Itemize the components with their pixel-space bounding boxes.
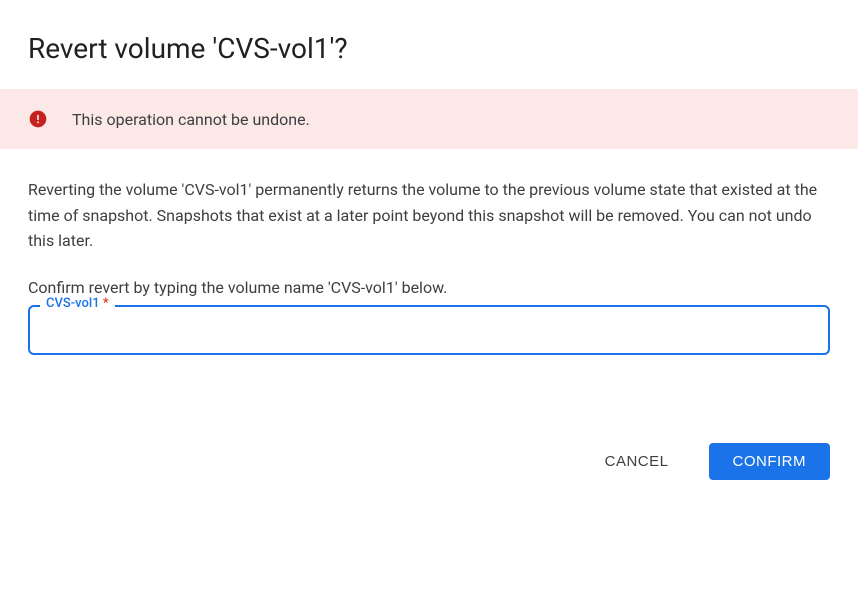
confirm-prompt: Confirm revert by typing the volume name… <box>28 278 830 297</box>
input-label: CVS-vol1 * <box>40 296 115 311</box>
required-indicator: * <box>103 296 109 311</box>
warning-text: This operation cannot be undone. <box>72 110 310 129</box>
dialog-description: Reverting the volume 'CVS-vol1' permanen… <box>28 177 830 254</box>
dialog-body: Reverting the volume 'CVS-vol1' permanen… <box>0 149 858 383</box>
revert-volume-dialog: Revert volume 'CVS-vol1'? This operation… <box>0 0 858 508</box>
warning-banner: This operation cannot be undone. <box>0 89 858 149</box>
volume-name-field: CVS-vol1 * <box>28 305 830 355</box>
dialog-title: Revert volume 'CVS-vol1'? <box>0 0 858 89</box>
error-icon <box>28 109 48 129</box>
cancel-button[interactable]: Cancel <box>581 443 693 480</box>
volume-name-input[interactable] <box>28 305 830 355</box>
input-label-text: CVS-vol1 <box>46 296 100 311</box>
dialog-actions: Cancel Confirm <box>0 419 858 508</box>
confirm-button[interactable]: Confirm <box>709 443 831 480</box>
